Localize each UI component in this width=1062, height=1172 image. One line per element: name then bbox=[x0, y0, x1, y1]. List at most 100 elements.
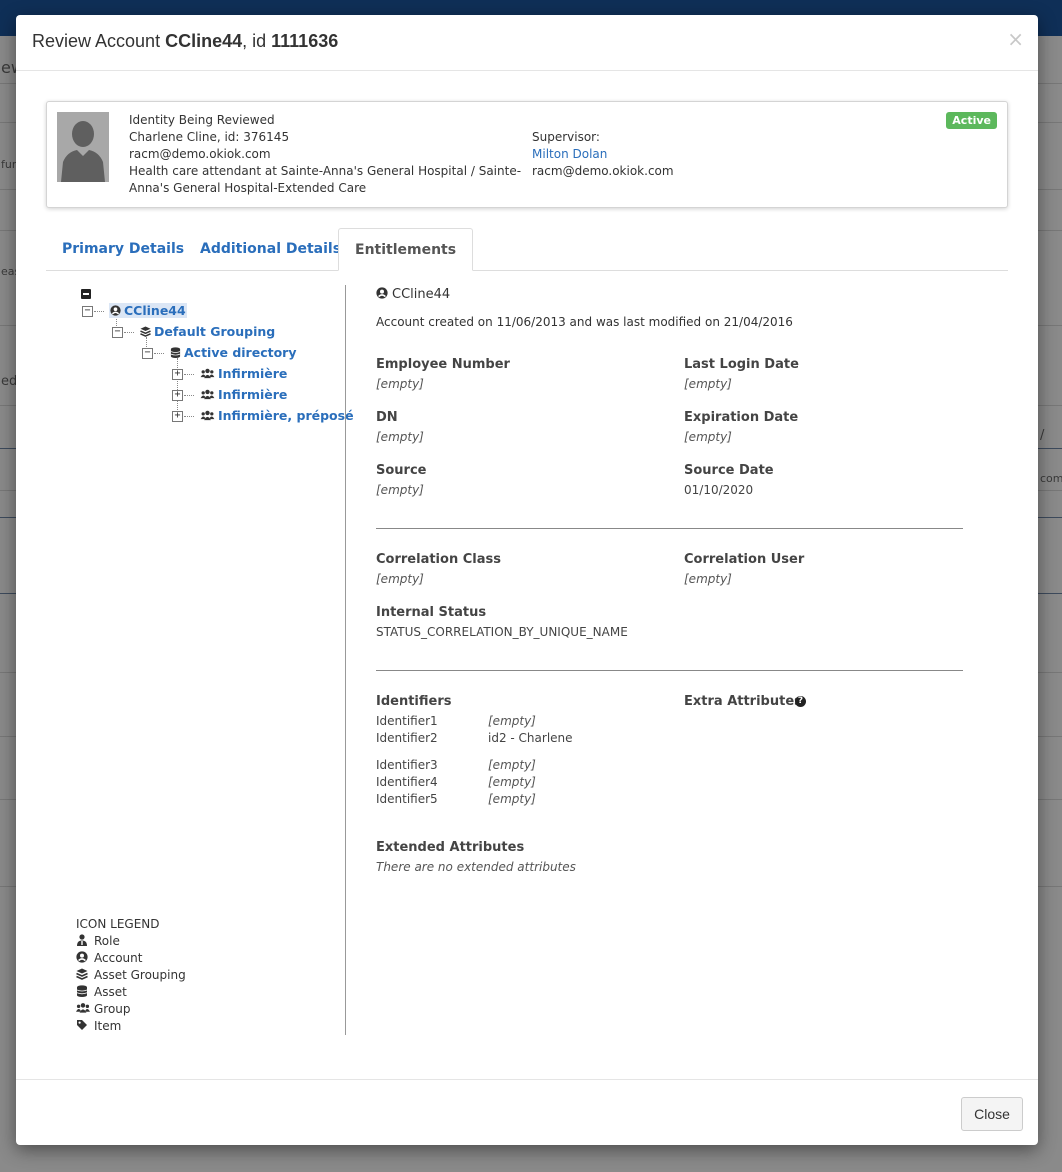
tab-additional-details[interactable]: Additional Details bbox=[184, 228, 357, 269]
legend-item: Item bbox=[76, 1019, 121, 1033]
correlation-user-label: Correlation User bbox=[684, 552, 805, 567]
asset-icon bbox=[76, 985, 88, 997]
identity-name: Charlene Cline, id: 376145 bbox=[129, 130, 290, 144]
background-text: com bbox=[1040, 472, 1062, 485]
created-date: 11/06/2013 bbox=[496, 315, 566, 329]
tree-node-account[interactable]: CCline44 bbox=[109, 303, 187, 318]
tree-node-group[interactable]: Infirmière, préposé bbox=[200, 408, 354, 423]
close-button[interactable]: Close bbox=[961, 1097, 1023, 1131]
tree-toggle-expand[interactable]: + bbox=[172, 390, 183, 401]
minus-square-icon[interactable] bbox=[81, 289, 91, 299]
identifier-value: [empty] bbox=[488, 775, 536, 789]
expiration-date-label: Expiration Date bbox=[684, 410, 799, 425]
icon-legend-title: ICON LEGEND bbox=[76, 917, 160, 931]
legend-label: Asset bbox=[94, 985, 127, 999]
account-icon bbox=[110, 305, 121, 316]
identifier-name: Identifier4 bbox=[376, 775, 438, 789]
legend-item: Group bbox=[76, 1002, 131, 1016]
detail-tabs: Primary Details Additional Details Entit… bbox=[46, 228, 1008, 271]
help-icon[interactable]: ? bbox=[795, 696, 806, 707]
account-icon bbox=[376, 287, 388, 299]
identifier-name: Identifier2 bbox=[376, 731, 438, 745]
identifier-value: id2 - Charlene bbox=[488, 731, 573, 745]
dn-label: DN bbox=[376, 410, 398, 425]
source-label: Source bbox=[376, 463, 427, 478]
tree-toggle-collapse[interactable]: − bbox=[112, 327, 123, 338]
background-text: / bbox=[1040, 428, 1045, 443]
section-divider bbox=[376, 670, 963, 671]
legend-label: Asset Grouping bbox=[94, 968, 186, 982]
tab-entitlements[interactable]: Entitlements bbox=[338, 228, 474, 271]
identifier-value: [empty] bbox=[488, 792, 536, 806]
identifier-name: Identifier3 bbox=[376, 758, 438, 772]
tree-toggle-expand[interactable]: + bbox=[172, 411, 183, 422]
identity-info: Identity Being Reviewed Charlene Cline, … bbox=[129, 112, 521, 197]
created-label: Account created on bbox=[376, 315, 497, 329]
legend-label: Item bbox=[94, 1019, 122, 1033]
identifier-value: [empty] bbox=[488, 758, 536, 772]
tree-connector bbox=[124, 332, 134, 333]
supervisor-label: Supervisor: bbox=[532, 130, 600, 144]
identity-heading: Identity Being Reviewed bbox=[129, 113, 275, 127]
tree-node-label: Active directory bbox=[184, 345, 297, 360]
account-header: CCline44 bbox=[376, 287, 450, 302]
group-icon bbox=[200, 389, 215, 400]
supervisor-email: racm@demo.okiok.com bbox=[532, 164, 674, 178]
item-icon bbox=[77, 1020, 87, 1030]
identity-title-continued: Anna's General Hospital-Extended Care bbox=[129, 181, 367, 195]
last-login-value: [empty] bbox=[684, 377, 732, 391]
modified-date: 21/04/2016 bbox=[723, 315, 793, 329]
identity-email: racm@demo.okiok.com bbox=[129, 147, 271, 161]
legend-label: Role bbox=[94, 934, 120, 948]
tree-toggle-expand[interactable]: + bbox=[172, 369, 183, 380]
tree-node-asset[interactable]: Active directory bbox=[170, 345, 296, 360]
internal-status-value: STATUS_CORRELATION_BY_UNIQUE_NAME bbox=[376, 625, 628, 639]
role-icon bbox=[77, 934, 87, 946]
section-divider bbox=[376, 528, 963, 529]
tree-node-label: Infirmière bbox=[218, 387, 288, 402]
asset-grouping-icon bbox=[140, 326, 151, 337]
group-icon bbox=[200, 368, 215, 379]
account-name: CCline44 bbox=[392, 287, 451, 302]
close-icon[interactable]: × bbox=[1007, 27, 1024, 51]
title-account-name: CCline44 bbox=[165, 31, 243, 51]
tab-primary-details[interactable]: Primary Details bbox=[46, 228, 200, 269]
supervisor-link[interactable]: Milton Dolan bbox=[532, 146, 674, 163]
identifiers-label: Identifiers bbox=[376, 694, 452, 709]
title-account-id: 1111636 bbox=[271, 31, 339, 51]
group-icon bbox=[76, 1003, 90, 1013]
identifier-name: Identifier5 bbox=[376, 792, 438, 806]
correlation-class-value: [empty] bbox=[376, 572, 424, 586]
expiration-date-value: [empty] bbox=[684, 430, 732, 444]
tree-node-group[interactable]: Infirmière bbox=[200, 387, 287, 402]
legend-item: Role bbox=[76, 934, 120, 948]
tree-toggle-collapse[interactable]: − bbox=[82, 306, 93, 317]
title-prefix: Review Account bbox=[32, 31, 166, 51]
tree-connector bbox=[184, 416, 194, 417]
internal-status-label: Internal Status bbox=[376, 605, 487, 620]
account-icon bbox=[76, 951, 88, 963]
status-badge: Active bbox=[946, 112, 997, 129]
extra-attributes-label: Extra Attributes bbox=[684, 694, 802, 709]
employee-number-label: Employee Number bbox=[376, 357, 510, 372]
identifier-value: [empty] bbox=[488, 714, 536, 728]
tree-node-label: Infirmière bbox=[218, 366, 288, 381]
modal-footer: Close bbox=[16, 1079, 1038, 1146]
tree-node-group[interactable]: Infirmière bbox=[200, 366, 287, 381]
dn-value: [empty] bbox=[376, 430, 424, 444]
last-login-label: Last Login Date bbox=[684, 357, 799, 372]
correlation-user-value: [empty] bbox=[684, 572, 732, 586]
tree-node-asset-grouping[interactable]: Default Grouping bbox=[140, 324, 275, 339]
tree-toggle-collapse[interactable]: − bbox=[142, 348, 153, 359]
background-text: fur bbox=[1, 158, 17, 171]
source-value: [empty] bbox=[376, 483, 424, 497]
tree-connector bbox=[184, 395, 194, 396]
legend-label: Group bbox=[94, 1002, 131, 1016]
tree-node-label: Default Grouping bbox=[154, 324, 276, 339]
tree-connector bbox=[94, 311, 104, 312]
source-date-value: 01/10/2020 bbox=[684, 483, 754, 497]
account-dates: Account created on 11/06/2013 and was la… bbox=[376, 315, 793, 329]
identity-title: Health care attendant at Sainte-Anna's G… bbox=[129, 164, 522, 178]
identity-panel: Identity Being Reviewed Charlene Cline, … bbox=[46, 101, 1008, 208]
review-account-modal: Review Account CCline44, id 1111636 × Id… bbox=[16, 15, 1038, 1145]
